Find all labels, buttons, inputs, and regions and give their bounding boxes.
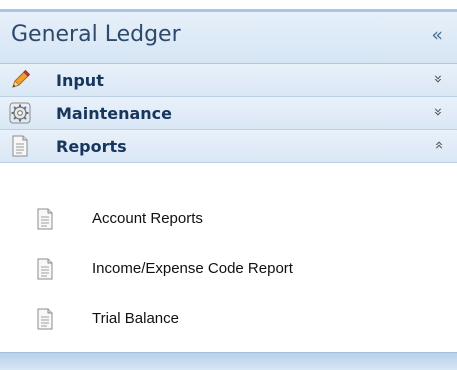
chevron-double-down-icon: » <box>429 74 448 84</box>
group-input-label: Input <box>56 71 104 90</box>
report-item-label: Income/Expense Code Report <box>92 260 293 277</box>
pencil-icon <box>9 69 31 91</box>
report-item-trial-balance[interactable]: Trial Balance <box>0 302 457 338</box>
group-maintenance-label: Maintenance <box>56 104 173 123</box>
group-maintenance[interactable]: Maintenance » <box>0 97 457 130</box>
chevron-double-up-icon: » <box>429 140 448 150</box>
document-icon <box>9 135 31 157</box>
report-item-label: Account Reports <box>92 210 203 227</box>
panel-title: General Ledger <box>11 22 181 47</box>
panel-header: General Ledger « <box>0 12 457 64</box>
report-item-account-reports[interactable]: Account Reports <box>0 202 457 238</box>
document-icon <box>36 208 54 230</box>
next-panel-header <box>0 352 457 370</box>
document-icon <box>36 258 54 280</box>
report-item-label: Trial Balance <box>92 310 179 327</box>
chevron-double-down-icon: » <box>429 107 448 117</box>
report-item-income-expense-code-report[interactable]: Income/Expense Code Report <box>0 252 457 288</box>
group-reports[interactable]: Reports » <box>0 130 457 163</box>
group-reports-label: Reports <box>56 137 127 156</box>
double-chevron-left-icon[interactable]: « <box>431 24 443 46</box>
document-icon <box>36 308 54 330</box>
gear-icon <box>9 102 31 124</box>
group-input[interactable]: Input » <box>0 64 457 97</box>
